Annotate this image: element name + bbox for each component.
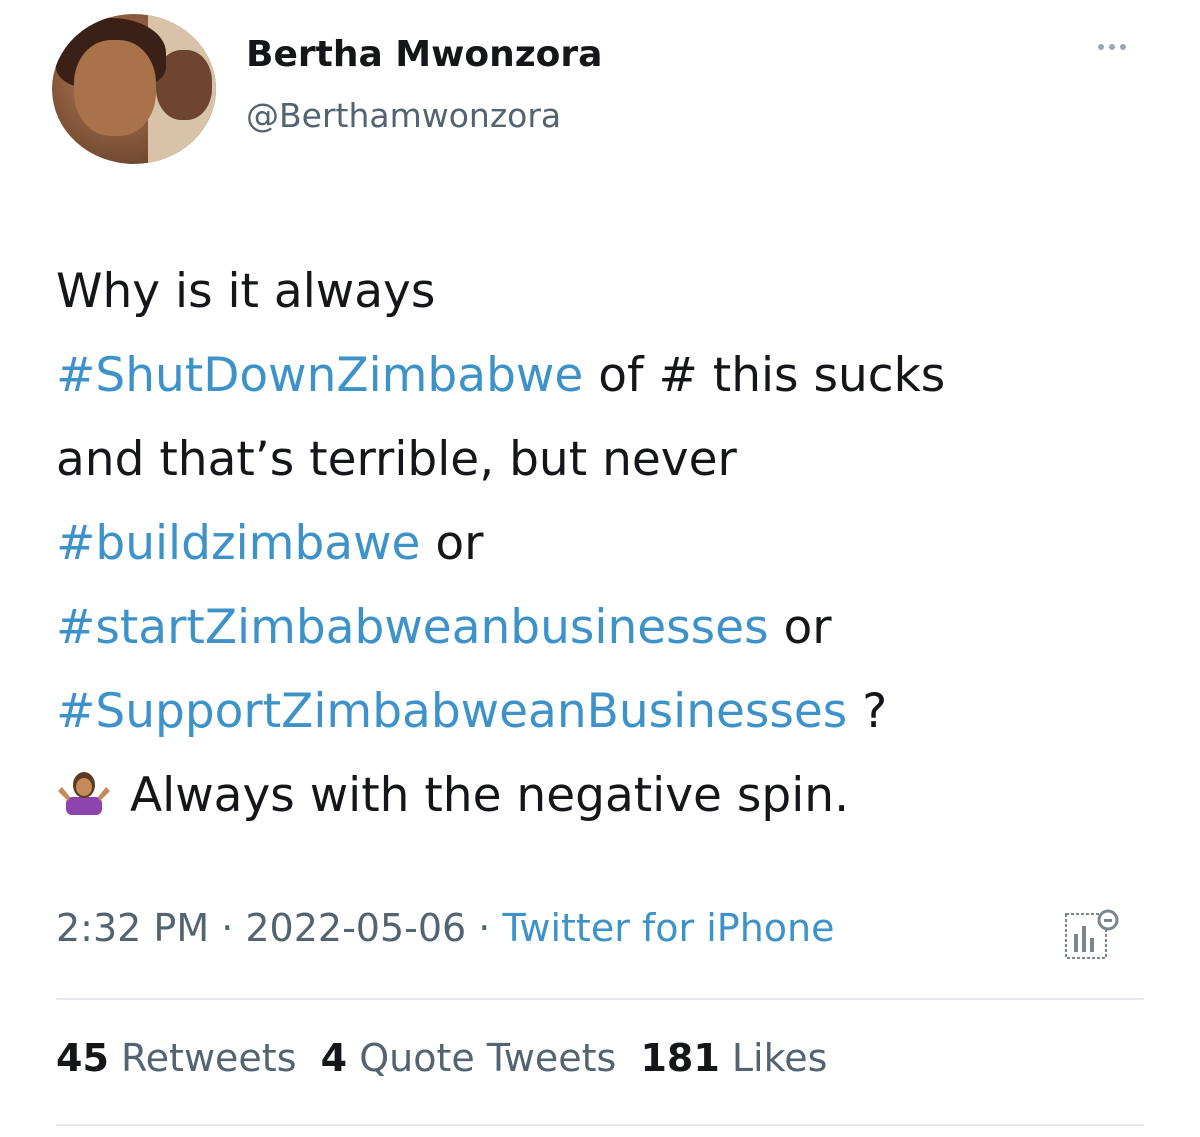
tweet-text: Why is it always #ShutDownZimbabwe of # … <box>56 250 1156 838</box>
retweets-stat[interactable]: 45 Retweets <box>56 1036 297 1080</box>
quotes-count: 4 <box>320 1036 348 1080</box>
tweet-text-segment: or <box>420 516 484 571</box>
divider <box>56 1124 1144 1126</box>
tweet-text-segment: ? <box>847 684 888 739</box>
likes-label: Likes <box>731 1036 828 1080</box>
tweet-stats: 45 Retweets 4 Quote Tweets 181 Likes <box>56 1036 827 1080</box>
likes-count: 181 <box>640 1036 720 1080</box>
meta-separator: · <box>466 906 503 950</box>
analytics-icon[interactable] <box>1064 908 1122 962</box>
meta-separator: · <box>209 906 246 950</box>
hashtag-link[interactable]: #SupportZimbabweanBusinesses <box>56 684 847 739</box>
tweet-text-segment: or <box>768 600 832 655</box>
display-name[interactable]: Bertha Mwonzora <box>246 34 602 75</box>
tweet-text-line: and that’s terrible, but never <box>56 432 737 487</box>
tweet-meta: 2:32 PM · 2022-05-06 · Twitter for iPhon… <box>56 906 835 950</box>
tweet-text-line: Always with the negative spin. <box>130 768 850 823</box>
tweet-source-link[interactable]: Twitter for iPhone <box>502 906 834 950</box>
tweet-time[interactable]: 2:32 PM <box>56 906 209 950</box>
tweet-text-line: Why is it always <box>56 264 436 319</box>
avatar-person-1 <box>74 40 156 136</box>
person-shrugging-emoji <box>58 772 110 815</box>
more-dot <box>1120 44 1126 50</box>
quotes-label: Quote Tweets <box>359 1036 617 1080</box>
user-handle[interactable]: @Berthamwonzora <box>246 96 561 135</box>
more-icon[interactable] <box>1098 44 1126 50</box>
tweet-date[interactable]: 2022-05-06 <box>245 906 466 950</box>
divider <box>56 998 1144 1000</box>
avatar[interactable] <box>52 14 216 164</box>
hashtag-link[interactable]: #ShutDownZimbabwe <box>56 348 583 403</box>
hashtag-link[interactable]: #startZimbabweanbusinesses <box>56 600 769 655</box>
hashtag-link[interactable]: #buildzimbawe <box>56 516 420 571</box>
retweets-count: 45 <box>56 1036 109 1080</box>
tweet-text-segment: of # this sucks <box>583 348 946 403</box>
likes-stat[interactable]: 181 Likes <box>640 1036 827 1080</box>
quote-tweets-stat[interactable]: 4 Quote Tweets <box>321 1036 617 1080</box>
more-dot <box>1098 44 1104 50</box>
more-dot <box>1109 44 1115 50</box>
retweets-label: Retweets <box>120 1036 297 1080</box>
